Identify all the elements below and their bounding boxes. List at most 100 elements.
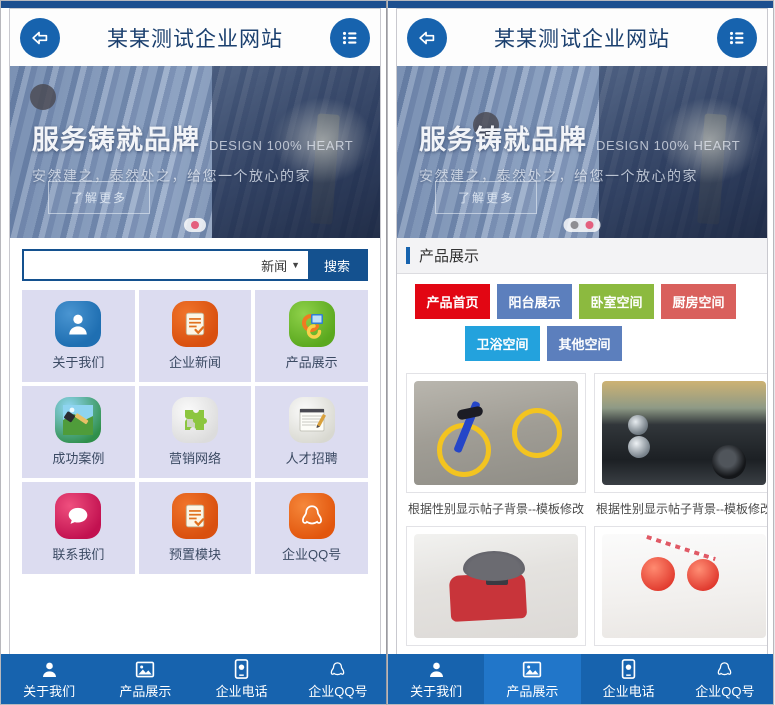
mobile-phone-icon [621,658,636,680]
grid-item-contact[interactable]: 联系我们 [22,482,135,574]
nav-label: 产品展示 [506,684,559,699]
product-card[interactable] [594,526,767,656]
carousel-dots-left[interactable] [184,218,206,232]
section-title: 产品展示 [419,248,480,265]
menu-button[interactable] [330,17,370,58]
search-category-label: 新闻 [261,258,288,274]
search-category-select[interactable]: 新闻 ▼ [261,256,300,275]
news-clipboard-icon [171,301,218,347]
grid-item-recruit[interactable]: 人才招聘 [255,386,368,478]
learn-more-button[interactable]: 了解更多 [435,181,538,214]
page-title: 某某测试企业网站 [107,27,283,51]
search-button[interactable]: 搜索 [308,251,366,279]
category-chip-kitchen[interactable]: 厨房空间 [661,284,736,319]
grid-item-news[interactable]: 企业新闻 [138,290,252,382]
grid-item-label: 企业QQ号 [282,547,342,562]
qq-penguin-icon [328,658,347,680]
paint-brush-icon [55,397,102,443]
grid-item-label: 人才招聘 [285,451,338,466]
learn-more-button[interactable]: 了解更多 [48,181,151,214]
image-icon [522,658,542,680]
grid-item-products[interactable]: 产品展示 [255,290,368,382]
right-phone-panel: 某某测试企业网站 服务铸就品牌 DESIGN 100% HEART 安然建之，泰… [387,0,774,705]
nav-label: 企业QQ号 [695,684,755,699]
status-strip-right [388,1,773,8]
app-header-right: 某某测试企业网站 [397,9,767,66]
product-thumb-frame [594,526,767,646]
page-title: 某某测试企业网站 [494,27,670,51]
nav-item-phone[interactable]: 企业电话 [581,654,677,704]
classic-car-photo [602,381,766,485]
grid-item-label: 企业新闻 [168,355,221,370]
nav-label: 企业电话 [215,684,268,699]
banner-title: 服务铸就品牌 [32,125,200,155]
nav-item-products[interactable]: 产品展示 [97,654,193,704]
carousel-dot[interactable] [585,221,594,229]
product-card[interactable] [406,526,586,656]
carousel-dot[interactable] [570,221,579,229]
category-chip-list: 产品首页 阳台展示 卧室空间 厨房空间 卫浴空间 其他空间 [397,274,767,369]
category-chip-bathroom[interactable]: 卫浴空间 [465,326,540,361]
pen-notepad-icon [288,397,335,443]
person-icon [427,658,446,680]
grid-item-label: 预置模块 [168,547,221,562]
search-input[interactable]: 新闻 ▼ [24,251,308,279]
grid-item-about[interactable]: 关于我们 [22,290,135,382]
nav-label: 关于我们 [410,684,463,699]
product-card[interactable]: 根据性别显示帖子背景--模板修改 [594,373,767,520]
nav-item-phone[interactable]: 企业电话 [194,654,290,704]
menu-button[interactable] [717,17,757,58]
product-card[interactable]: 根据性别显示帖子背景--模板修改 [406,373,586,520]
nav-item-about[interactable]: 关于我们 [1,654,97,704]
grid-item-preset[interactable]: 预置模块 [138,482,252,574]
banner-title: 服务铸就品牌 [419,125,587,155]
back-arrow-icon [419,31,435,44]
product-caption: 根据性别显示帖子背景--模板修改 [408,502,584,516]
category-chip-bedroom[interactable]: 卧室空间 [579,284,654,319]
back-button[interactable] [20,17,60,58]
grid-item-label: 联系我们 [52,547,105,562]
shortcut-icon-grid: 关于我们 企业新闻 产品展示 成功案例 营销网络 人才招聘 联系我们 预置模块 … [10,290,380,699]
nav-item-products[interactable]: 产品展示 [484,654,581,704]
bicycle-photo [414,381,578,485]
banner-subtitle-en: DESIGN 100% HEART [596,138,741,153]
grid-item-qq[interactable]: 企业QQ号 [255,482,368,574]
grid-item-cases[interactable]: 成功案例 [22,386,135,478]
left-phone-panel: 某某测试企业网站 服务铸就品牌 DESIGN 100% HEART 安然建之，泰… [0,0,387,705]
banner-subtitle-en: DESIGN 100% HEART [209,138,354,153]
carousel-dot[interactable] [191,221,199,229]
product-caption: 根据性别显示帖子背景--模板修改 [596,502,767,516]
category-chip-balcony[interactable]: 阳台展示 [497,284,572,319]
nav-item-qq[interactable]: 企业QQ号 [677,654,773,704]
back-arrow-icon [32,31,48,44]
carousel-dots-right[interactable] [563,218,601,232]
product-thumb-frame [406,526,586,646]
chevron-down-icon: ▼ [291,260,300,270]
nav-label: 企业电话 [602,684,655,699]
puzzle-piece-icon [171,397,218,443]
nav-item-about[interactable]: 关于我们 [388,654,484,704]
woman-in-hat-photo [414,534,578,638]
app-header-left: 某某测试企业网站 [10,9,380,66]
qq-penguin-icon [715,658,734,680]
section-header-products: 产品展示 [397,238,767,274]
chat-bubble-icon [55,493,102,539]
banner-text-block: 服务铸就品牌 DESIGN 100% HEART 安然建之，泰然处之，给您一个放… [419,118,740,186]
hero-banner-left[interactable]: 服务铸就品牌 DESIGN 100% HEART 安然建之，泰然处之，给您一个放… [10,66,380,238]
grid-item-network[interactable]: 营销网络 [138,386,252,478]
search-section: 新闻 ▼ 搜索 [10,238,380,290]
grid-item-label: 关于我们 [52,355,105,370]
category-chip-home[interactable]: 产品首页 [415,284,490,319]
product-grid: 根据性别显示帖子背景--模板修改 根据性别显示帖子背景--模板修改 [397,369,767,699]
category-chip-other[interactable]: 其他空间 [547,326,622,361]
image-icon [135,658,155,680]
banner-text-block: 服务铸就品牌 DESIGN 100% HEART 安然建之，泰然处之，给您一个放… [32,118,353,186]
grid-item-label: 营销网络 [168,451,221,466]
back-button[interactable] [407,17,447,58]
nav-item-qq[interactable]: 企业QQ号 [290,654,386,704]
mobile-phone-icon [234,658,249,680]
red-drinks-photo [602,534,766,638]
news-clipboard-icon [171,493,218,539]
hero-banner-right[interactable]: 服务铸就品牌 DESIGN 100% HEART 安然建之，泰然处之，给您一个放… [397,66,767,238]
product-thumb-frame [594,373,767,493]
